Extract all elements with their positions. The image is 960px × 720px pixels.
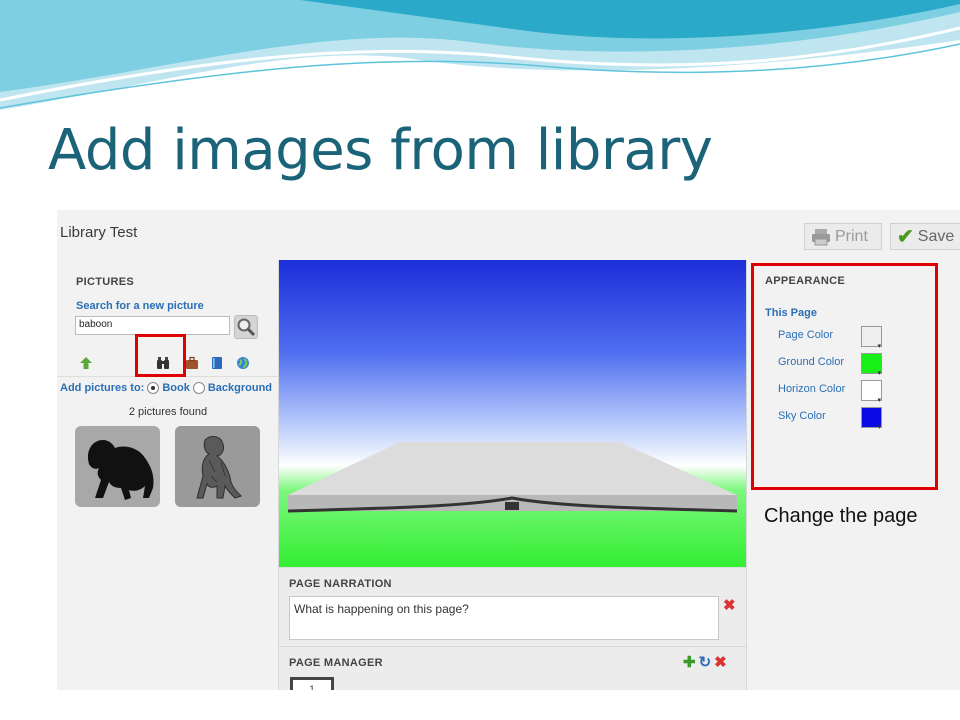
narration-textarea[interactable]: What is happening on this page? <box>289 596 719 640</box>
checkmark-icon: ✔ <box>897 226 914 248</box>
narration-heading: PAGE NARRATION <box>289 578 392 590</box>
page-manager-section: PAGE MANAGER ✚ ↻ ✖ 1 <box>279 646 746 690</box>
callout-text: Change the page <box>764 505 918 527</box>
delete-page-icon[interactable]: ✖ <box>714 653 727 671</box>
picture-result[interactable] <box>75 426 160 507</box>
add-to-label: Add pictures to: <box>60 382 145 394</box>
baboon-silhouette-image <box>87 440 154 500</box>
baboon-sketch-image <box>175 426 260 507</box>
search-input[interactable]: baboon <box>75 316 230 335</box>
radio-book-label[interactable]: Book <box>162 382 190 394</box>
save-button[interactable]: ✔ Save <box>890 223 960 250</box>
pictures-panel: PICTURES Search for a new picture baboon <box>57 260 279 690</box>
page-manager-actions: ✚ ↻ ✖ <box>683 653 727 671</box>
briefcase-icon[interactable] <box>185 356 199 370</box>
radio-background-label[interactable]: Background <box>208 382 272 394</box>
slide-title: Add images from library <box>48 118 713 183</box>
search-label: Search for a new picture <box>76 300 204 312</box>
radio-background[interactable] <box>192 382 205 394</box>
globe-icon[interactable] <box>236 356 250 370</box>
book-icon[interactable] <box>210 356 224 370</box>
printer-icon <box>812 228 830 245</box>
page-thumbnail[interactable]: 1 <box>290 677 334 690</box>
picture-result[interactable] <box>175 426 260 507</box>
search-button[interactable] <box>234 315 258 339</box>
search-icon <box>237 318 256 337</box>
save-label: Save <box>917 227 955 245</box>
results-count: 2 pictures found <box>128 406 208 418</box>
add-pictures-to: Add pictures to: Book Background <box>60 382 272 394</box>
appearance-highlight-box <box>751 263 938 490</box>
print-button[interactable]: Print <box>804 223 882 250</box>
app-title: Library Test <box>60 224 138 241</box>
delete-narration-icon[interactable]: ✖ <box>723 596 736 614</box>
up-arrow-icon[interactable] <box>79 356 93 370</box>
page-narration-section: PAGE NARRATION What is happening on this… <box>279 567 746 645</box>
binoculars-highlight-box <box>135 334 186 377</box>
book-preview-canvas[interactable] <box>279 260 746 567</box>
print-label: Print <box>835 227 868 245</box>
page-manager-heading: PAGE MANAGER <box>289 657 383 669</box>
radio-book[interactable] <box>147 382 160 394</box>
add-page-icon[interactable]: ✚ <box>683 653 696 671</box>
pictures-heading: PICTURES <box>76 276 135 288</box>
refresh-icon[interactable]: ↻ <box>699 653 712 671</box>
open-book-image <box>287 442 738 513</box>
wave-banner <box>0 0 960 110</box>
